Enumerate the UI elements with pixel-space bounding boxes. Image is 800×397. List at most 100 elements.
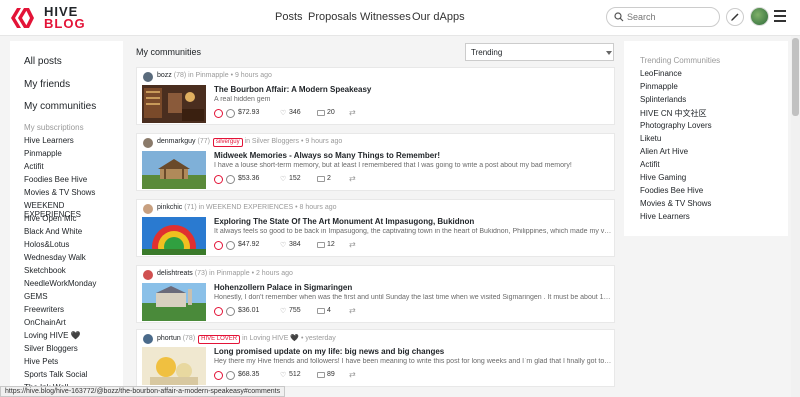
post-community[interactable]: Pinmapple [196,72,229,79]
post-card[interactable]: pinkchic (71) in WEEKEND EXPERIENCES • 8… [136,199,615,257]
subscription-item[interactable]: NeedleWorkMonday [24,279,96,288]
post-card[interactable]: phortun (78) HIVE LOVER in Loving HIVE 🖤… [136,329,615,387]
trending-community-item[interactable]: Alien Art Hive [640,147,688,156]
post-likes[interactable]: 346 [289,109,301,116]
post-thumbnail[interactable] [142,217,206,255]
post-title[interactable]: The Bourbon Affair: A Modern Speakeasy [214,85,371,94]
reblog-icon[interactable]: ⇄ [349,240,356,249]
subscription-item[interactable]: Foodies Bee Hive [24,175,87,184]
reblog-icon[interactable]: ⇄ [349,306,356,315]
trending-community-item[interactable]: Movies & TV Shows [640,199,711,208]
author-avatar[interactable] [143,138,153,148]
post-community[interactable]: Loving HIVE 🖤 [249,335,299,342]
reblog-icon[interactable]: ⇄ [349,174,356,183]
subscription-item[interactable]: Sketchbook [24,266,66,275]
post-thumbnail[interactable] [142,85,206,123]
subscription-item[interactable]: OnChainArt [24,318,66,327]
post-community[interactable]: Pinmapple [217,270,250,277]
post-thumbnail[interactable] [142,347,206,385]
upvote-icon[interactable] [214,175,223,184]
post-comments[interactable]: 2 [327,175,331,182]
trending-community-item[interactable]: Splinterlands [640,95,686,104]
reblog-icon[interactable]: ⇄ [349,370,356,379]
post-community[interactable]: Silver Bloggers [252,138,299,145]
subscription-item[interactable]: Freewriters [24,305,64,314]
subscription-item[interactable]: Sports Talk Social [24,370,87,379]
link-my-friends[interactable]: My friends [24,79,70,90]
nav-witnesses[interactable]: Witnesses [360,11,411,23]
subscription-item[interactable]: Holos&Lotus [24,240,69,249]
trending-community-item[interactable]: Hive Gaming [640,173,686,182]
author-avatar[interactable] [143,72,153,82]
post-author[interactable]: delishtreats [157,270,193,277]
post-description[interactable]: Hey there my Hive friends and followers!… [214,358,612,365]
subscription-item[interactable]: Loving HIVE 🖤 [24,331,81,340]
post-author[interactable]: pinkchic [157,204,182,211]
subscription-item[interactable]: GEMS [24,292,48,301]
post-title[interactable]: Exploring The State Of The Art Monument … [214,217,474,226]
downvote-icon[interactable] [226,109,235,118]
post-description[interactable]: It always feels so good to be back in Im… [214,228,612,235]
post-likes[interactable]: 152 [289,175,301,182]
subscription-item[interactable]: Silver Bloggers [24,344,78,353]
page-scrollbar[interactable] [791,36,800,397]
subscription-item[interactable]: Hive Pets [24,357,58,366]
post-comments[interactable]: 12 [327,241,335,248]
post-card[interactable]: denmarkguy (77) silverguy in Silver Blog… [136,133,615,191]
subscription-item[interactable]: Actifit [24,162,44,171]
scrollbar-thumb[interactable] [792,38,799,116]
hamburger-menu-icon[interactable] [774,10,786,22]
trending-community-item[interactable]: Hive Learners [640,212,690,221]
subscription-item[interactable]: Hive Open Mic [24,214,76,223]
post-payout[interactable]: $72.93 [238,109,259,116]
trending-community-item[interactable]: HIVE CN 中文社区 [640,108,707,119]
hive-blog-logo[interactable]: HIVE BLOG [8,5,120,31]
search-box[interactable] [606,7,720,27]
post-likes[interactable]: 512 [289,371,301,378]
upvote-icon[interactable] [214,371,223,380]
post-author[interactable]: bozz [157,72,172,79]
post-title[interactable]: Long promised update on my life: big new… [214,347,444,356]
downvote-icon[interactable] [226,371,235,380]
author-avatar[interactable] [143,204,153,214]
author-avatar[interactable] [143,270,153,280]
post-payout[interactable]: $68.35 [238,371,259,378]
post-description[interactable]: A real hidden gem [214,96,612,103]
sort-select[interactable]: Trending [465,43,614,61]
upvote-icon[interactable] [214,307,223,316]
reblog-icon[interactable]: ⇄ [349,108,356,117]
upvote-icon[interactable] [214,241,223,250]
trending-community-item[interactable]: Photography Lovers [640,121,712,130]
post-community[interactable]: WEEKEND EXPERIENCES [206,204,293,211]
post-card[interactable]: delishtreats (73) in Pinmapple • 2 hours… [136,265,615,323]
post-comments[interactable]: 4 [327,307,331,314]
user-avatar[interactable] [750,7,769,26]
nav-posts[interactable]: Posts [275,11,303,23]
author-avatar[interactable] [143,334,153,344]
post-comments[interactable]: 20 [327,109,335,116]
post-comments[interactable]: 89 [327,371,335,378]
trending-community-item[interactable]: Actifit [640,160,660,169]
create-post-button[interactable] [726,8,744,26]
post-payout[interactable]: $36.01 [238,307,259,314]
subscription-item[interactable]: Black And White [24,227,82,236]
post-likes[interactable]: 755 [289,307,301,314]
link-all-posts[interactable]: All posts [24,56,62,67]
post-title[interactable]: Midweek Memories - Always so Many Things… [214,151,440,160]
post-payout[interactable]: $53.36 [238,175,259,182]
subscription-item[interactable]: Movies & TV Shows [24,188,95,197]
upvote-icon[interactable] [214,109,223,118]
search-input[interactable] [627,10,713,24]
post-author[interactable]: phortun [157,335,181,342]
trending-community-item[interactable]: Foodies Bee Hive [640,186,703,195]
nav-our-dapps[interactable]: Our dApps [412,11,465,23]
post-thumbnail[interactable] [142,283,206,321]
trending-community-item[interactable]: LeoFinance [640,69,682,78]
trending-community-item[interactable]: Liketu [640,134,661,143]
post-description[interactable]: Honestly, I don't remember when was the … [214,294,612,301]
post-likes[interactable]: 384 [289,241,301,248]
post-card[interactable]: bozz (78) in Pinmapple • 9 hours ago The… [136,67,615,125]
link-my-communities[interactable]: My communities [24,101,96,112]
downvote-icon[interactable] [226,307,235,316]
post-thumbnail[interactable] [142,151,206,189]
